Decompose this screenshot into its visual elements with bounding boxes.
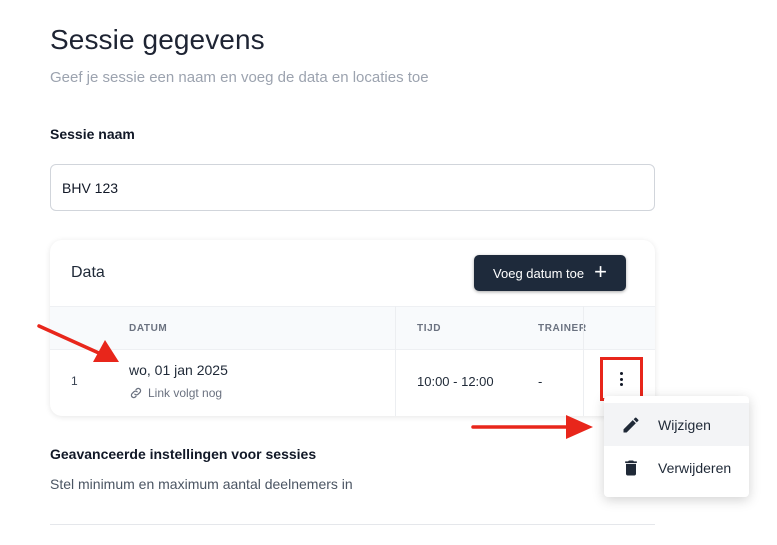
row-trainer: - (538, 374, 543, 389)
table-row[interactable]: 1 wo, 01 jan 2025 Link volgt nog 10:00 -… (50, 350, 655, 416)
row-context-menu: Wijzigen Verwijderen (604, 396, 749, 497)
menu-item-edit-label: Wijzigen (658, 416, 711, 433)
advanced-settings-description: Stel minimum en maximum aantal deelnemer… (50, 476, 353, 492)
add-date-button-label: Voeg datum toe (493, 265, 585, 281)
trash-icon (625, 460, 637, 475)
column-header-date: DATUM (129, 323, 168, 334)
section-divider (50, 524, 655, 525)
table-header: DATUM TIJD TRAINER (50, 306, 655, 350)
column-header-time: TIJD (417, 323, 442, 334)
advanced-settings-title: Geavanceerde instellingen voor sessies (50, 446, 317, 462)
page-title: Sessie gegevens (50, 24, 265, 55)
row-time: 10:00 - 12:00 (417, 374, 494, 389)
kebab-icon (620, 372, 623, 375)
dates-card: Data Voeg datum toe + DATUM TIJD TRAINER… (50, 240, 655, 416)
annotation-arrow-edit (471, 415, 593, 439)
add-date-button[interactable]: Voeg datum toe + (474, 255, 626, 291)
menu-item-delete-label: Verwijderen (658, 459, 732, 476)
row-actions-highlight (600, 357, 643, 401)
dates-card-title: Data (71, 264, 105, 281)
row-link: Link volgt nog (129, 386, 222, 400)
session-name-input[interactable] (50, 164, 655, 211)
page-subtitle: Geef je sessie een naam en voeg de data … (50, 69, 429, 86)
column-header-trainer: TRAINER (538, 323, 587, 334)
menu-item-edit[interactable]: Wijzigen (604, 403, 749, 446)
kebab-dot (620, 377, 623, 381)
kebab-dot (620, 383, 623, 386)
more-options-button[interactable] (612, 366, 632, 392)
row-index: 1 (71, 374, 78, 388)
session-name-label: Sessie naam (50, 126, 135, 142)
annotation-arrow-date (37, 324, 119, 362)
link-icon (130, 387, 142, 399)
pencil-icon (623, 416, 639, 432)
plus-icon: + (594, 259, 607, 284)
row-link-text: Link volgt nog (148, 386, 223, 400)
row-date: wo, 01 jan 2025 (129, 362, 228, 378)
menu-item-delete[interactable]: Verwijderen (604, 446, 749, 489)
